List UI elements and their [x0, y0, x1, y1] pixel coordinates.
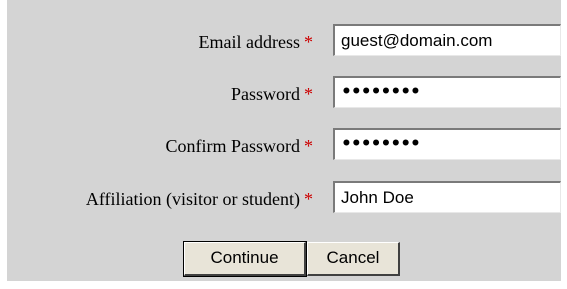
- cancel-button[interactable]: Cancel: [307, 242, 400, 276]
- email-label: Email address *: [199, 31, 313, 53]
- affiliation-field[interactable]: John Doe: [333, 181, 561, 213]
- registration-form: Email address * guest@domain.com Password…: [0, 0, 567, 289]
- affiliation-label-text: Affiliation (visitor or student): [85, 189, 300, 209]
- email-required-mark: *: [304, 32, 313, 52]
- confirm-password-required-mark: *: [304, 136, 313, 156]
- password-field[interactable]: ••••••••: [333, 76, 561, 108]
- password-label-text: Password: [230, 84, 300, 104]
- confirm-password-label-text: Confirm Password: [165, 136, 301, 156]
- confirm-password-label: Confirm Password *: [166, 135, 314, 157]
- affiliation-required-mark: *: [304, 189, 313, 209]
- confirm-password-field[interactable]: ••••••••: [333, 128, 561, 160]
- password-required-mark: *: [304, 84, 313, 104]
- email-label-text: Email address: [198, 32, 300, 52]
- password-label: Password *: [231, 83, 313, 105]
- continue-button[interactable]: Continue: [183, 241, 307, 277]
- affiliation-label: Affiliation (visitor or student) *: [86, 188, 313, 210]
- email-field[interactable]: guest@domain.com: [333, 24, 561, 56]
